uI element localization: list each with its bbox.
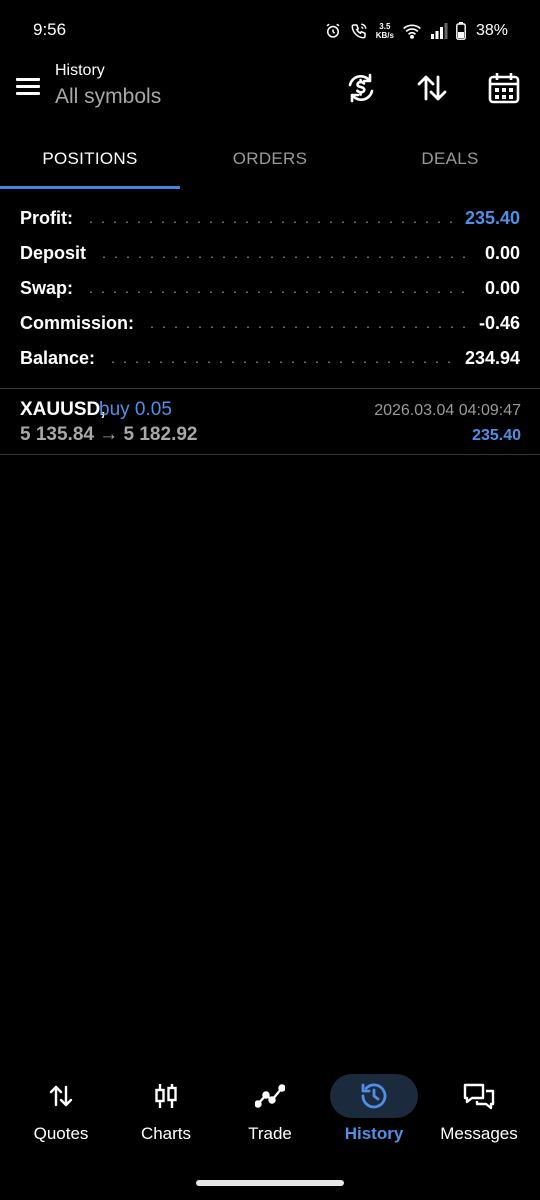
summary-value: 234.94 bbox=[464, 348, 520, 368]
net-speed: 3.5 KB/s bbox=[376, 22, 394, 40]
leader-dots bbox=[146, 325, 467, 328]
nav-messages[interactable]: Messages bbox=[429, 1068, 529, 1158]
nav-label: Quotes bbox=[33, 1124, 89, 1143]
sync-currency-button[interactable] bbox=[341, 68, 381, 108]
net-speed-unit: KB/s bbox=[375, 31, 394, 40]
calendar-icon bbox=[488, 73, 520, 104]
history-icon bbox=[330, 1074, 418, 1118]
status-icons: 3.5 KB/s 38% bbox=[324, 18, 508, 44]
status-time: 9:56 bbox=[33, 20, 67, 39]
summary-value: -0.46 bbox=[478, 313, 520, 333]
menu-button[interactable] bbox=[12, 72, 44, 100]
bottom-nav: Quotes Charts Trade History Messages bbox=[0, 1068, 540, 1158]
nav-quotes[interactable]: Quotes bbox=[11, 1068, 111, 1158]
nav-label: Messages bbox=[440, 1124, 518, 1143]
summary-row-profit: Profit: 235.40 bbox=[0, 201, 540, 236]
status-bar: 9:56 3.5 KB/s 38% bbox=[0, 0, 540, 60]
quotes-icon bbox=[33, 1076, 89, 1116]
symbol-filter[interactable]: All symbols bbox=[55, 85, 161, 109]
summary-row-deposit: Deposit 0.00 bbox=[0, 236, 540, 271]
nav-label: Charts bbox=[140, 1124, 192, 1143]
leader-dots bbox=[85, 220, 453, 223]
summary-row-balance: Balance: 234.94 bbox=[0, 341, 540, 376]
summary-label: Balance: bbox=[20, 348, 96, 368]
tab-orders[interactable]: ORDERS bbox=[180, 130, 360, 188]
nav-label: Trade bbox=[248, 1124, 292, 1143]
summary-label: Profit: bbox=[20, 208, 73, 228]
divider bbox=[0, 454, 540, 455]
history-tabs: POSITIONS ORDERS DEALS bbox=[0, 130, 540, 190]
leader-dots bbox=[85, 290, 473, 293]
calendar-button[interactable] bbox=[484, 68, 524, 108]
menu-icon bbox=[16, 78, 40, 95]
home-indicator[interactable] bbox=[196, 1180, 344, 1186]
tab-deals[interactable]: DEALS bbox=[360, 130, 540, 188]
sync-currency-icon bbox=[348, 73, 374, 103]
wifi-call-icon bbox=[351, 23, 367, 39]
summary-label: Deposit bbox=[20, 243, 87, 263]
tab-indicator bbox=[0, 186, 180, 189]
nav-trade[interactable]: Trade bbox=[220, 1068, 320, 1158]
summary-panel: Profit: 235.40 Deposit 0.00 Swap: 0.00 C… bbox=[0, 201, 540, 376]
summary-row-commission: Commission: -0.46 bbox=[0, 306, 540, 341]
messages-icon bbox=[451, 1076, 507, 1116]
position-row[interactable]: XAUUSD, buy 0.05 5 135.84 → 5 182.92 202… bbox=[0, 389, 540, 455]
leader-dots bbox=[107, 360, 453, 363]
wifi-icon bbox=[403, 24, 421, 39]
position-symbol: XAUUSD, bbox=[20, 399, 106, 420]
nav-history[interactable]: History bbox=[324, 1068, 424, 1158]
trade-icon bbox=[242, 1076, 298, 1116]
sort-button[interactable] bbox=[412, 68, 452, 108]
net-speed-value: 3.5 bbox=[379, 22, 391, 31]
alarm-icon bbox=[326, 23, 340, 38]
nav-label: History bbox=[344, 1124, 404, 1143]
app-header: History All symbols bbox=[0, 60, 540, 122]
summary-value: 0.00 bbox=[484, 243, 520, 263]
summary-label: Swap: bbox=[20, 278, 74, 298]
position-side: buy 0.05 bbox=[99, 399, 172, 420]
position-prices: 5 135.84 → 5 182.92 bbox=[20, 424, 198, 445]
position-time: 2026.03.04 04:09:47 bbox=[374, 402, 521, 419]
leader-dots bbox=[98, 255, 473, 258]
sort-icon bbox=[417, 75, 447, 101]
page-title: History bbox=[55, 62, 105, 79]
summary-value: 235.40 bbox=[464, 208, 520, 228]
tab-positions[interactable]: POSITIONS bbox=[0, 130, 180, 188]
charts-icon bbox=[138, 1076, 194, 1116]
nav-charts[interactable]: Charts bbox=[116, 1068, 216, 1158]
battery-icon bbox=[456, 22, 466, 40]
summary-value: 0.00 bbox=[484, 278, 520, 298]
position-profit: 235.40 bbox=[472, 427, 521, 444]
signal-icon bbox=[430, 23, 448, 39]
battery-percent: 38% bbox=[475, 22, 508, 39]
summary-row-swap: Swap: 0.00 bbox=[0, 271, 540, 306]
summary-label: Commission: bbox=[20, 313, 135, 333]
